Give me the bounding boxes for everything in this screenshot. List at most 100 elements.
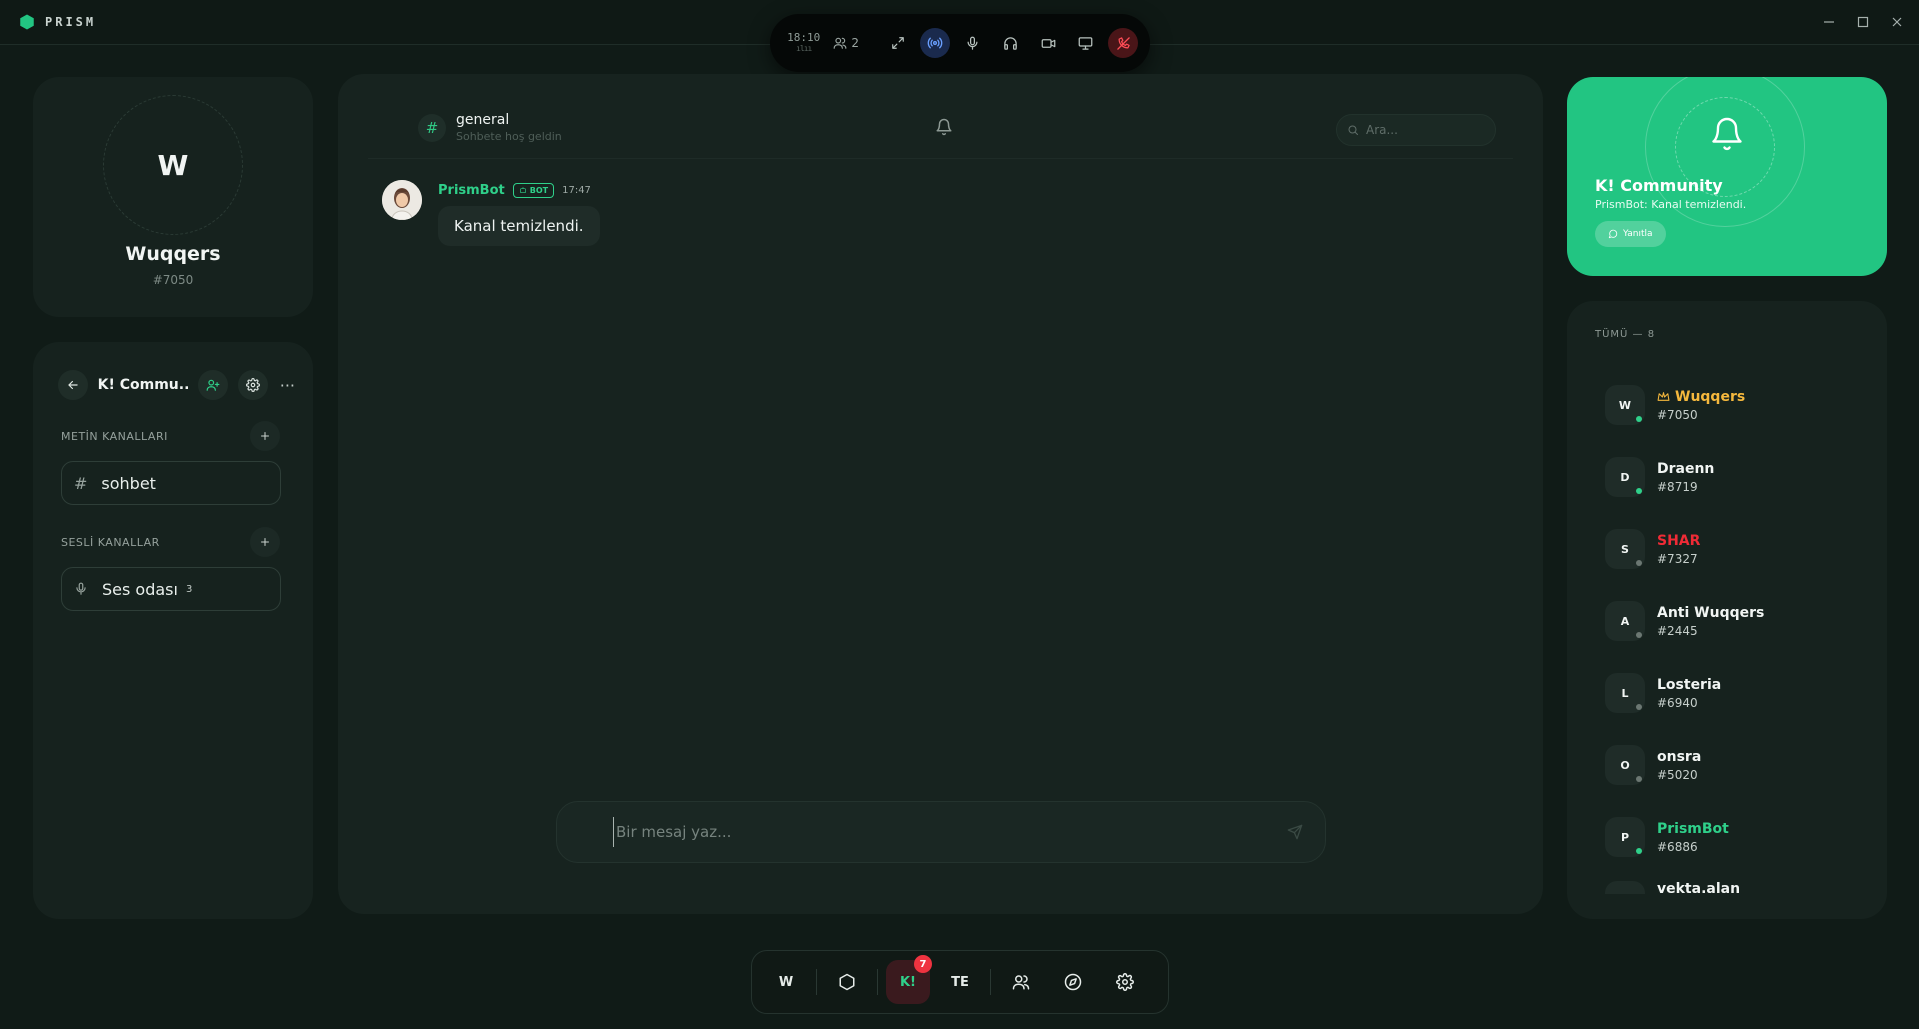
broadcast-button[interactable] [920, 28, 951, 58]
member-avatar: A [1605, 601, 1645, 641]
member-item[interactable]: W Wuqqers #7050 [1605, 369, 1865, 441]
member-item[interactable]: V vekta.alan [1605, 873, 1865, 894]
gear-icon [245, 378, 260, 392]
dock-item-home[interactable]: W [764, 960, 808, 1004]
hash-icon: # [74, 473, 88, 493]
member-name: Wuqqers [1675, 388, 1746, 405]
chat-header: # general Sohbete hoş geldin [418, 112, 562, 143]
voice-channel-name: Ses odası [102, 579, 178, 599]
member-tag: #5020 [1657, 767, 1698, 782]
member-item[interactable]: O onsra #5020 [1605, 729, 1865, 801]
channel-hash-icon: # [418, 113, 446, 142]
back-button[interactable] [58, 370, 88, 400]
add-voice-channel-button[interactable] [250, 527, 280, 557]
server-settings-button[interactable] [238, 370, 268, 400]
header-divider [368, 158, 1513, 159]
status-dot [1636, 704, 1642, 710]
member-initial: P [1620, 830, 1630, 844]
channel-title: general [456, 112, 510, 128]
minimize-icon[interactable] [1821, 12, 1837, 32]
hang-up-button[interactable] [1108, 28, 1138, 58]
member-list-heading: TÜMÜ — 8 [1595, 329, 1656, 340]
member-tag: #6886 [1657, 839, 1698, 854]
send-button[interactable] [1279, 816, 1311, 848]
member-item[interactable]: A Anti Wuqqers #2445 [1605, 585, 1865, 657]
notification-bell-button[interactable] [935, 118, 953, 136]
voice-channel-count: 3 [185, 583, 193, 595]
bell-icon [1709, 116, 1745, 152]
search-icon [1348, 125, 1358, 135]
server-header: K! Commu... ··· [58, 370, 295, 400]
microphone-icon [967, 36, 978, 50]
monitor-icon [1078, 36, 1093, 50]
profile-avatar[interactable]: W [103, 95, 243, 235]
screen-share-button[interactable] [1071, 28, 1101, 58]
arrow-left-icon [68, 380, 78, 390]
message-input[interactable] [613, 817, 1265, 847]
user-plus-icon [206, 379, 220, 391]
send-icon [1287, 824, 1303, 840]
dock-item-k-community[interactable]: K! 7 [886, 955, 932, 1004]
member-initial: L [1621, 686, 1629, 700]
voice-participants[interactable]: 2 [833, 36, 874, 50]
reply-button[interactable]: Yanıtla [1595, 221, 1666, 247]
prism-logo-icon [20, 14, 34, 30]
phone-off-icon [1116, 36, 1130, 50]
users-icon [833, 37, 847, 49]
member-avatar: L [1605, 673, 1645, 713]
member-item[interactable]: S SHAR #7327 [1605, 513, 1865, 585]
channel-item-sohbet[interactable]: # sohbet [61, 461, 281, 505]
member-item[interactable]: D Draenn #8719 [1605, 441, 1865, 513]
dock-divider [877, 969, 878, 995]
crown-icon [1657, 392, 1670, 401]
member-list-panel: TÜMÜ — 8 W Wuqqers #7050 D Draenn #8719 … [1567, 301, 1887, 919]
notification-text: PrismBot: Kanal temizlendi. [1595, 198, 1747, 211]
invite-user-button[interactable] [198, 370, 229, 400]
call-timer: 18:10 ılıı [782, 32, 825, 54]
member-avatar: S [1605, 529, 1645, 569]
member-initial: S [1621, 542, 1629, 556]
member-item[interactable]: P PrismBot #6886 [1605, 801, 1865, 873]
member-initial: O [1620, 758, 1630, 772]
expand-button[interactable] [883, 28, 913, 58]
dock-item-hexagon[interactable] [825, 960, 869, 1004]
member-list[interactable]: W Wuqqers #7050 D Draenn #8719 S SHAR #7… [1605, 369, 1865, 894]
member-tag: #2445 [1657, 623, 1698, 638]
status-dot [1636, 416, 1642, 422]
dock-divider [816, 969, 817, 995]
member-name: vekta.alan [1657, 881, 1741, 894]
dock-item-settings[interactable] [1103, 960, 1147, 1004]
unread-badge: 7 [914, 955, 932, 973]
status-dot [1636, 488, 1642, 494]
dock-label: TE [951, 974, 969, 990]
add-text-channel-button[interactable] [250, 421, 280, 451]
member-name: onsra [1657, 748, 1702, 765]
reply-label: Yanıtla [1623, 229, 1653, 239]
profile-tag: #7050 [152, 273, 194, 287]
microphone-button[interactable] [958, 28, 988, 58]
voice-control-bar: 18:10 ılıı 2 [770, 14, 1150, 72]
hexagon-icon [839, 973, 855, 991]
maximize-icon[interactable] [1855, 12, 1871, 32]
notification-card[interactable]: K! Community PrismBot: Kanal temizlendi.… [1567, 77, 1887, 276]
dock-item-te[interactable]: TE [938, 960, 982, 1004]
more-options-icon[interactable]: ··· [280, 376, 295, 395]
search-box[interactable]: Ara... [1336, 114, 1496, 146]
member-avatar: P [1605, 817, 1645, 857]
close-icon[interactable] [1889, 12, 1905, 32]
member-avatar: W [1605, 385, 1645, 425]
member-name-row: Wuqqers [1657, 389, 1745, 405]
member-name: Losteria [1657, 676, 1722, 693]
message-author[interactable]: PrismBot [438, 183, 505, 198]
member-item[interactable]: L Losteria #6940 [1605, 657, 1865, 729]
headphones-button[interactable] [996, 28, 1026, 58]
avatar[interactable] [382, 180, 422, 220]
member-initial: W [1618, 398, 1632, 412]
voice-channel-ses-odasi[interactable]: Ses odası 3 [61, 567, 281, 611]
dock-item-friends[interactable] [999, 960, 1043, 1004]
users-icon [1012, 975, 1030, 990]
camera-icon [1041, 38, 1055, 48]
message: PrismBot BOT 17:47 Kanal temizlendi. [382, 180, 600, 246]
camera-button[interactable] [1033, 28, 1063, 58]
dock-item-explore[interactable] [1051, 960, 1095, 1004]
